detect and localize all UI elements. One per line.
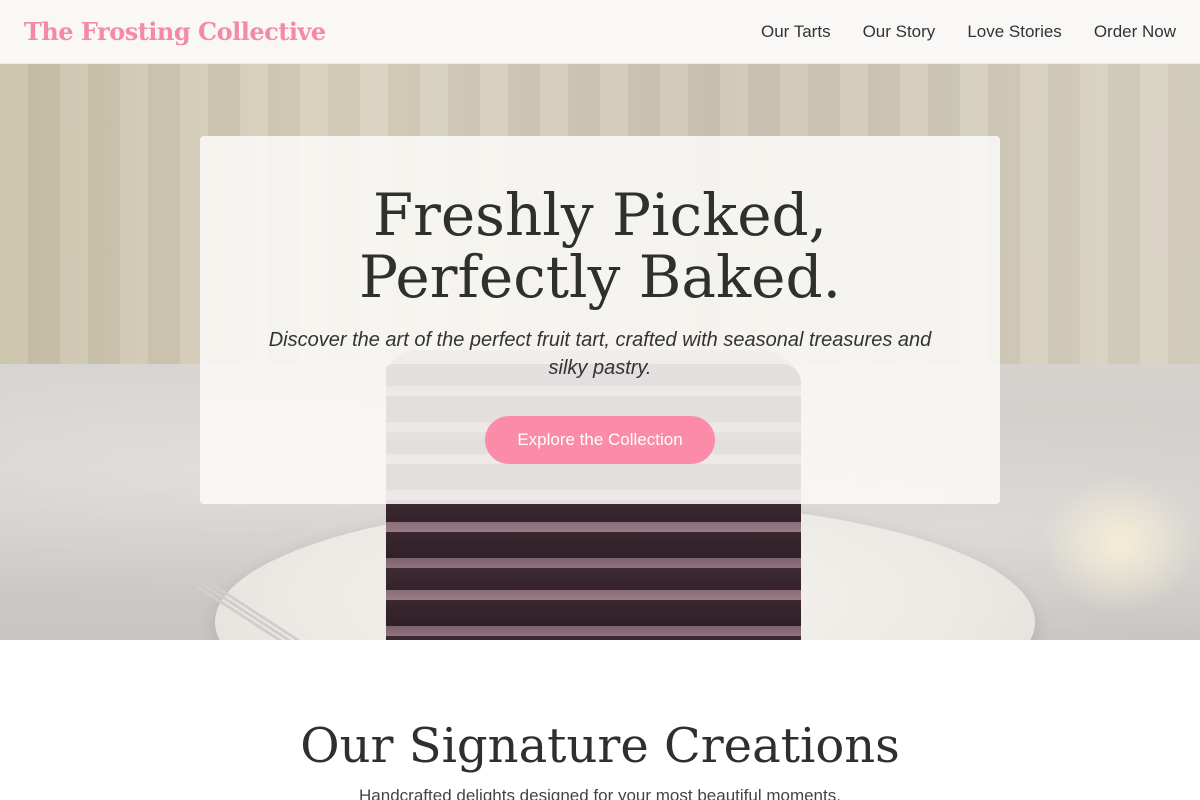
section-subtitle: Handcrafted delights designed for your m… <box>359 786 841 800</box>
nav-link-love-stories[interactable]: Love Stories <box>967 22 1062 42</box>
hero-title: Freshly Picked, Perfectly Baked. <box>358 181 842 311</box>
hero-card: Freshly Picked, Perfectly Baked. Discove… <box>200 136 1000 504</box>
hero-subtitle: Discover the art of the perfect fruit ta… <box>268 329 932 379</box>
hero-background-glow <box>1040 474 1200 614</box>
signature-section: Our Signature Creations Handcrafted deli… <box>0 640 1200 800</box>
section-title: Our Signature Creations <box>300 718 900 774</box>
nav-link-order-now[interactable]: Order Now <box>1094 22 1176 42</box>
nav-link-our-story[interactable]: Our Story <box>863 22 936 42</box>
explore-collection-button[interactable]: Explore the Collection <box>485 416 715 464</box>
main-nav: Our Tarts Our Story Love Stories Order N… <box>761 22 1176 42</box>
site-header: The Frosting Collective Our Tarts Our St… <box>0 0 1200 64</box>
brand-logo-link[interactable]: The Frosting Collective <box>24 17 326 46</box>
nav-link-our-tarts[interactable]: Our Tarts <box>761 22 831 42</box>
